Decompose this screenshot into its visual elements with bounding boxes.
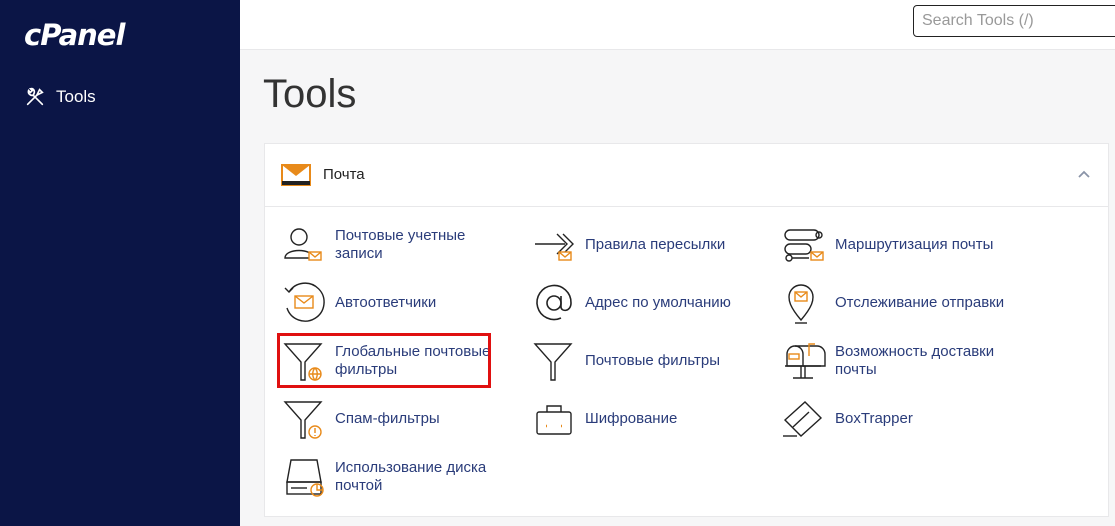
tool-label: Автоответчики	[335, 294, 437, 311]
tool-encryption[interactable]: Шифрование	[531, 396, 765, 442]
tool-label: Маршрутизация почты	[835, 236, 994, 253]
boxtrapper-icon	[783, 401, 823, 437]
tool-label: Использование диска почтой	[335, 459, 487, 494]
sidebar: cPanel Tools	[0, 0, 240, 526]
tool-email-filters[interactable]: Почтовые фильтры	[531, 338, 765, 384]
tool-boxtrapper[interactable]: BoxTrapper	[781, 396, 1015, 442]
tool-forwarders[interactable]: Правила пересылки	[531, 222, 765, 268]
encryption-icon	[536, 405, 572, 435]
email-filters-icon	[533, 343, 573, 381]
section-title: Почта	[323, 166, 365, 183]
track-delivery-icon	[788, 284, 814, 324]
email-accounts-icon	[284, 228, 322, 261]
tool-spam-filters[interactable]: Спам-фильтры	[281, 396, 515, 442]
tool-label: Адрес по умолчанию	[585, 294, 731, 311]
global-filters-icon	[283, 343, 323, 381]
tool-label: Почтовые учетные записи	[335, 227, 466, 262]
tool-email-accounts[interactable]: Почтовые учетные записи	[281, 222, 515, 268]
cpanel-logo[interactable]: cPanel	[24, 18, 125, 52]
email-routing-icon	[784, 229, 824, 262]
tool-label: Возможность доставки почты	[835, 343, 995, 378]
tools-icon	[26, 87, 44, 106]
spam-filters-icon	[283, 401, 323, 439]
tool-label: Спам-фильтры	[335, 410, 440, 427]
tool-label: Правила пересылки	[585, 236, 726, 253]
tool-label: Почтовые фильтры	[585, 352, 721, 369]
section-header[interactable]: Почта	[265, 144, 1108, 207]
autoresponders-icon	[284, 282, 325, 322]
tool-global-email-filters[interactable]: Глобальные почтовые фильтры	[281, 338, 515, 384]
tool-track-delivery[interactable]: Отслеживание отправки	[781, 280, 1015, 326]
email-deliverability-icon	[785, 343, 826, 379]
email-disk-usage-icon	[286, 459, 324, 497]
search-input[interactable]	[913, 5, 1115, 37]
tool-label: Отслеживание отправки	[835, 294, 1005, 311]
sidebar-item-label: Tools	[56, 87, 96, 106]
tool-label: Глобальные почтовые фильтры	[335, 343, 491, 378]
tool-email-disk-usage[interactable]: Использование диска почтой	[281, 454, 515, 500]
tool-autoresponders[interactable]: Автоответчики	[281, 280, 515, 326]
tool-default-address[interactable]: Адрес по умолчанию	[531, 280, 765, 326]
tool-email-deliverability[interactable]: Возможность доставки почты	[781, 338, 1015, 384]
tool-label: Шифрование	[585, 410, 678, 427]
sidebar-item-tools[interactable]: Tools	[24, 86, 96, 108]
mail-icon	[281, 164, 311, 186]
forwarders-icon	[535, 233, 574, 261]
top-bar	[240, 0, 1115, 50]
tool-label: BoxTrapper	[835, 410, 913, 427]
chevron-up-icon[interactable]	[1076, 166, 1092, 182]
page-title: Tools	[263, 72, 357, 116]
default-address-icon	[536, 284, 572, 321]
tool-email-routing[interactable]: Маршрутизация почты	[781, 222, 1015, 268]
